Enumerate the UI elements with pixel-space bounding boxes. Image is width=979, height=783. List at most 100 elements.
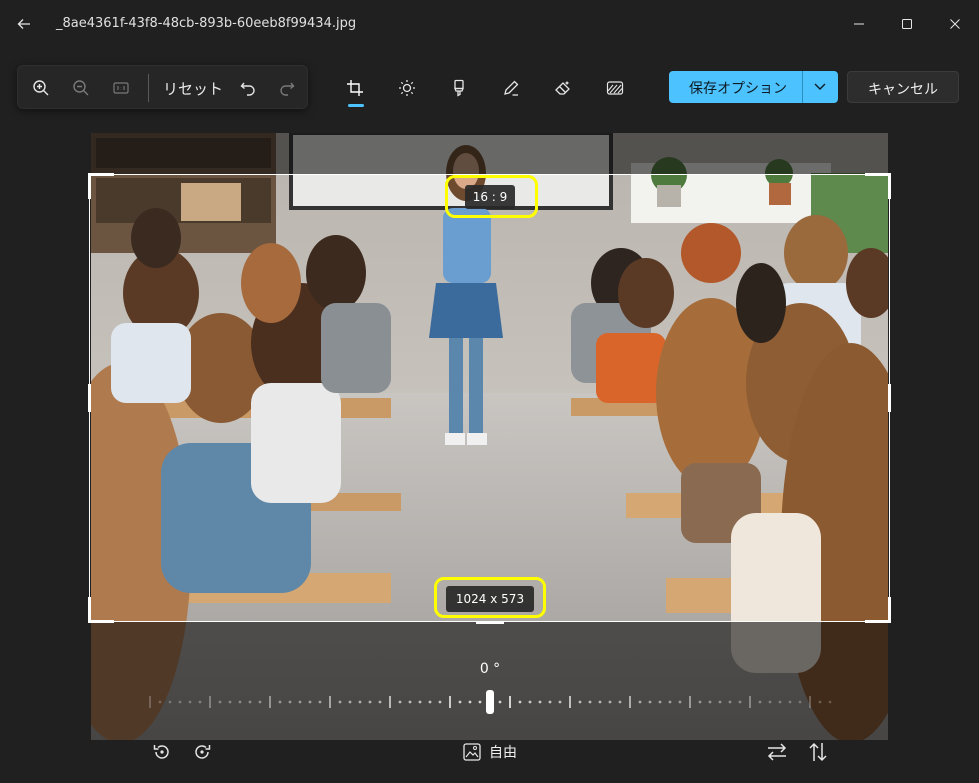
dial-minor-tick: [648, 700, 652, 704]
dial-minor-tick: [408, 700, 412, 704]
save-divider: [802, 71, 803, 103]
maximize-icon: [902, 19, 912, 29]
dial-major-tick: [269, 696, 271, 708]
dial-major-tick: [209, 696, 211, 708]
aspect-ratio-label[interactable]: 自由: [489, 742, 517, 762]
dial-minor-tick: [318, 700, 322, 704]
dial-minor-tick: [338, 700, 342, 704]
dial-minor-tick: [238, 700, 242, 704]
dial-minor-tick: [188, 700, 192, 704]
dial-minor-tick: [678, 700, 682, 704]
dial-minor-tick: [718, 700, 722, 704]
cancel-button[interactable]: キャンセル: [847, 71, 959, 103]
dial-minor-tick: [708, 700, 712, 704]
dial-minor-tick: [818, 700, 822, 704]
dial-minor-tick: [418, 700, 422, 704]
dial-minor-tick: [478, 700, 482, 704]
dial-minor-tick: [798, 700, 802, 704]
dial-major-tick: [329, 696, 331, 708]
dial-major-tick: [389, 696, 391, 708]
rotation-slider-handle[interactable]: [486, 690, 494, 714]
chevron-down-icon: [814, 83, 826, 90]
dial-minor-tick: [588, 700, 592, 704]
zoom-in-button[interactable]: [29, 76, 53, 100]
dial-minor-tick: [498, 700, 502, 704]
zoom-out-button[interactable]: [69, 76, 93, 100]
dial-minor-tick: [358, 700, 362, 704]
crop-mask-bottom: [91, 622, 888, 740]
zoom-toolbar: リセット: [17, 65, 308, 109]
dial-major-tick: [749, 696, 751, 708]
active-tool-indicator: [348, 104, 364, 107]
dial-major-tick: [629, 696, 631, 708]
dial-minor-tick: [398, 700, 402, 704]
markup-tool[interactable]: [499, 76, 523, 100]
dial-minor-tick: [278, 700, 282, 704]
save-options-button[interactable]: 保存オプション: [669, 71, 838, 103]
dial-major-tick: [449, 696, 451, 708]
window-title: _8ae4361f-43f8-48cb-893b-60eeb8f99434.jp…: [56, 16, 357, 31]
eraser-icon: [555, 81, 570, 95]
redo-button[interactable]: [275, 76, 299, 100]
crop-handle-top-right[interactable]: [865, 173, 891, 199]
close-button[interactable]: [941, 10, 969, 38]
background-blur-icon: [606, 81, 624, 95]
rotate-left-button[interactable]: [150, 740, 174, 764]
dial-major-tick: [509, 696, 511, 708]
reset-button[interactable]: リセット: [163, 78, 223, 99]
save-options-dropdown[interactable]: [810, 79, 830, 95]
dial-minor-tick: [438, 700, 442, 704]
crop-handle-bottom-left[interactable]: [88, 597, 114, 623]
crop-handle-left[interactable]: [88, 384, 91, 412]
undo-button[interactable]: [236, 76, 260, 100]
dial-minor-tick: [788, 700, 792, 704]
flip-vertical-icon: [809, 742, 827, 762]
actual-size-button[interactable]: [109, 76, 133, 100]
erase-tool[interactable]: [551, 76, 575, 100]
dial-minor-tick: [428, 700, 432, 704]
dial-major-tick: [689, 696, 691, 708]
maximize-button[interactable]: [893, 10, 921, 38]
dial-minor-tick: [528, 700, 532, 704]
dial-minor-tick: [168, 700, 172, 704]
dial-minor-tick: [548, 700, 552, 704]
dial-minor-tick: [308, 700, 312, 704]
dial-minor-tick: [618, 700, 622, 704]
dial-minor-tick: [288, 700, 292, 704]
background-tool[interactable]: [603, 76, 627, 100]
highlight-annotation-size: [434, 577, 546, 618]
crop-frame[interactable]: [89, 174, 890, 622]
aspect-ratio-icon: [463, 743, 481, 761]
dial-minor-tick: [468, 700, 472, 704]
dial-minor-tick: [348, 700, 352, 704]
title-bar: _8ae4361f-43f8-48cb-893b-60eeb8f99434.jp…: [0, 0, 979, 48]
crop-handle-right[interactable]: [888, 384, 891, 412]
crop-handle-bottom-right[interactable]: [865, 597, 891, 623]
brightness-icon: [399, 80, 415, 96]
dial-major-tick: [809, 696, 811, 708]
minimize-button[interactable]: [845, 10, 873, 38]
rotate-right-button[interactable]: [190, 740, 214, 764]
rotate-right-icon: [195, 745, 211, 759]
dial-minor-tick: [598, 700, 602, 704]
adjust-tool[interactable]: [395, 76, 419, 100]
flip-vertical-button[interactable]: [806, 740, 830, 764]
arrow-left-icon: [17, 19, 30, 29]
back-button[interactable]: [10, 10, 38, 38]
dial-major-tick: [149, 696, 151, 708]
dial-minor-tick: [368, 700, 372, 704]
minimize-icon: [854, 23, 864, 25]
filter-tool[interactable]: [447, 76, 471, 100]
dial-minor-tick: [778, 700, 782, 704]
crop-handle-top-left[interactable]: [88, 173, 114, 199]
crop-tool[interactable]: [343, 76, 367, 100]
dial-minor-tick: [198, 700, 202, 704]
dial-minor-tick: [608, 700, 612, 704]
dial-minor-tick: [578, 700, 582, 704]
aspect-ratio-button[interactable]: [460, 740, 484, 764]
crop-handle-bottom[interactable]: [476, 621, 504, 624]
crop-mask-top: [91, 133, 888, 174]
dial-minor-tick: [538, 700, 542, 704]
rotate-left-icon: [153, 745, 169, 759]
flip-horizontal-button[interactable]: [765, 740, 789, 764]
